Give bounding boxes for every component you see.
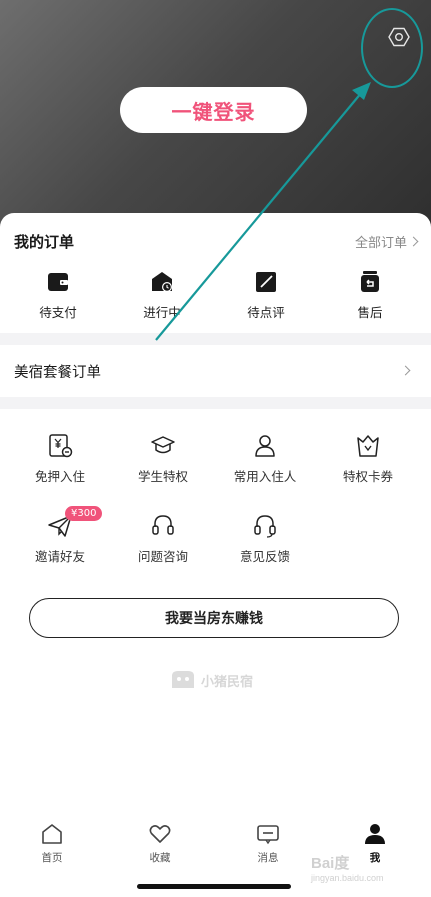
home-icon [42, 824, 62, 844]
tab-favorites[interactable]: 收藏 [125, 822, 195, 865]
all-orders-link[interactable]: 全部订单 [354, 232, 419, 251]
tab-home-label: 首页 [41, 852, 63, 864]
order-after-sales[interactable]: 售后 [330, 270, 410, 321]
chevron-right-icon [408, 236, 419, 247]
order-to-review-label: 待点评 [247, 305, 285, 320]
service-deposit-free[interactable]: 免押入住 [12, 433, 108, 485]
tab-home[interactable]: 首页 [17, 822, 87, 865]
in-progress-icon [152, 272, 172, 292]
invite-reward-badge: ¥300 [65, 506, 103, 521]
message-icon [257, 825, 279, 845]
service-feedback-label: 意见反馈 [239, 549, 290, 564]
person-icon [255, 435, 275, 457]
my-orders-title: 我的订单 [14, 233, 75, 251]
watermark-sub: jingyan.baidu.com [311, 873, 384, 883]
service-frequent-guests[interactable]: 常用入住人 [217, 433, 313, 485]
service-student-privilege-label: 学生特权 [137, 469, 188, 484]
review-icon [256, 272, 276, 292]
order-to-review[interactable]: 待点评 [226, 270, 306, 321]
brand-name: 小猪民宿 [201, 674, 254, 690]
order-in-progress[interactable]: 进行中 [122, 270, 202, 321]
chevron-right-icon [400, 365, 411, 376]
service-consultation[interactable]: 问题咨询 [115, 513, 211, 565]
service-privilege-coupons-label: 特权卡券 [342, 469, 393, 484]
section-divider [0, 397, 431, 409]
wallet-icon [48, 273, 68, 291]
order-after-sales-label: 售后 [357, 305, 383, 320]
order-pending-payment-label: 待支付 [39, 305, 77, 320]
profile-icon [365, 824, 385, 844]
home-indicator [137, 884, 291, 889]
graduation-cap-icon [151, 436, 175, 454]
package-orders-title: 美宿套餐订单 [14, 364, 101, 381]
section-divider [0, 333, 431, 345]
one-click-login-button[interactable]: 一键登录 [120, 87, 307, 133]
service-student-privilege[interactable]: 学生特权 [115, 433, 211, 485]
all-orders-label: 全部订单 [354, 236, 407, 251]
service-consultation-label: 问题咨询 [137, 549, 188, 564]
become-host-button[interactable]: 我要当房东赚钱 [29, 598, 399, 638]
service-deposit-free-label: 免押入住 [34, 469, 85, 484]
headset-icon [152, 515, 174, 535]
package-orders-row[interactable]: 美宿套餐订单 [0, 345, 431, 397]
service-privilege-coupons[interactable]: 特权卡券 [320, 433, 416, 485]
service-feedback[interactable]: 意见反馈 [217, 513, 313, 565]
deposit-free-icon [49, 434, 73, 458]
tab-favorites-label: 收藏 [149, 852, 171, 864]
service-frequent-guests-label: 常用入住人 [233, 469, 297, 484]
heart-icon [149, 825, 171, 843]
watermark-main: Bai度 [311, 855, 350, 872]
pig-logo-icon [172, 671, 194, 688]
tab-messages[interactable]: 消息 [233, 822, 303, 865]
baidu-watermark: Bai度 jingyan.baidu.com [311, 852, 384, 883]
crown-coupon-icon [357, 435, 379, 457]
after-sales-icon [361, 271, 379, 292]
annotation-circle [361, 8, 423, 88]
headset-icon [254, 515, 276, 538]
order-in-progress-label: 进行中 [143, 305, 181, 320]
tab-messages-label: 消息 [257, 852, 279, 864]
brand-logo: 小猪民宿 [169, 668, 253, 692]
service-invite-friends-label: 邀请好友 [34, 549, 85, 564]
order-pending-payment[interactable]: 待支付 [18, 270, 98, 321]
